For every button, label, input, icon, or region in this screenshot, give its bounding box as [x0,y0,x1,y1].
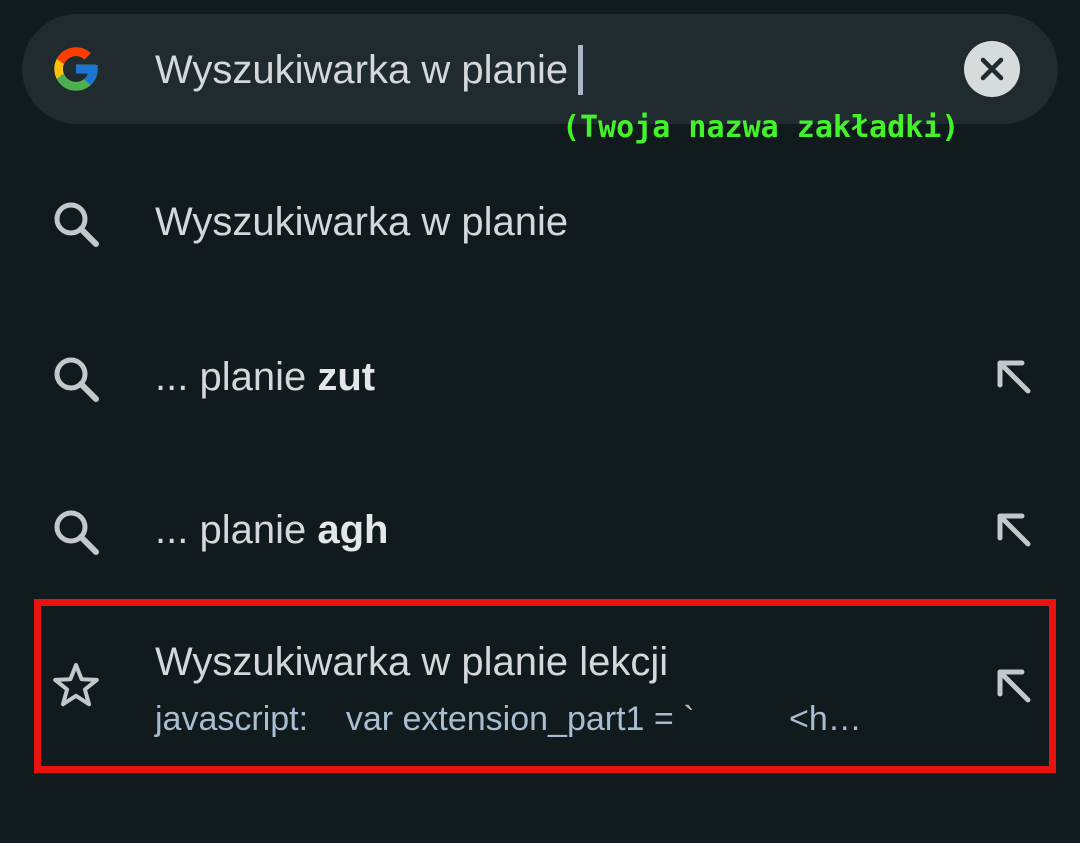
arrow-up-left-icon[interactable] [990,506,1038,554]
highlight-box [34,599,1056,773]
clear-search-button[interactable] [964,41,1020,97]
text-caret [578,45,584,95]
search-icon [54,510,99,555]
search-query-text: Wyszukiwarka w planie [155,48,569,92]
search-input[interactable]: Wyszukiwarka w planie [155,42,584,98]
suggestion-row[interactable]: ... planie zut [0,305,1080,455]
omnibox-dropdown: Wyszukiwarka w planie (Twoja nazwa zakła… [0,0,1080,843]
suggestion-title: ... planie zut [155,355,376,399]
google-g-icon [54,47,98,91]
suggestion-row[interactable]: ... planie agh [0,458,1080,608]
suggestion-row[interactable]: Wyszukiwarka w planie [0,150,1080,300]
search-icon [54,357,99,402]
annotation-note: (Twoja nazwa zakładki) [562,110,960,145]
close-icon [980,57,1004,81]
suggestion-title: ... planie agh [155,508,389,552]
suggestion-title: Wyszukiwarka w planie [155,200,569,244]
search-icon [54,202,99,247]
arrow-up-left-icon[interactable] [990,353,1038,401]
